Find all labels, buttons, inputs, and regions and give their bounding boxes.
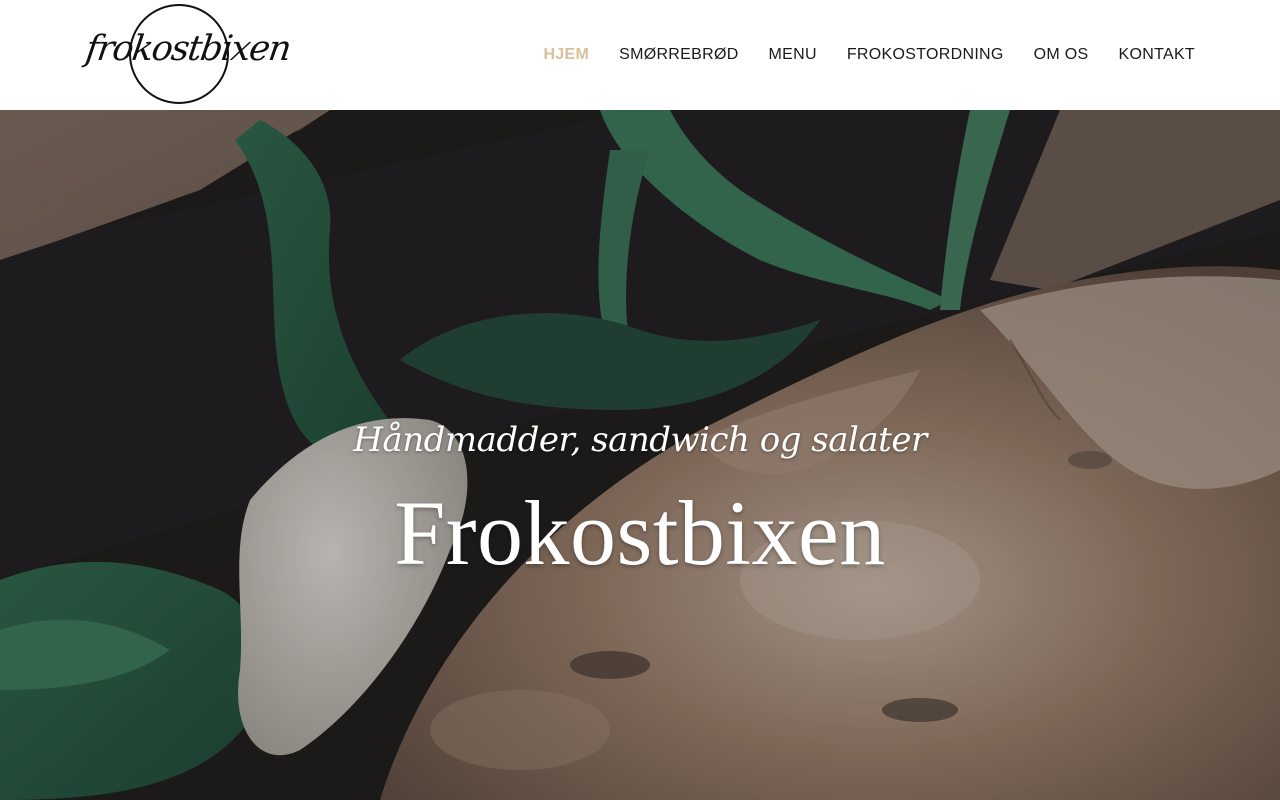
nav-item-kontakt[interactable]: KONTAKT [1119, 46, 1195, 64]
nav-item-smorrebrod[interactable]: SMØRREBRØD [619, 46, 738, 64]
site-header: frokostbixen HJEM SMØRREBRØD MENU FROKOS… [0, 0, 1280, 110]
nav-item-om-os[interactable]: OM OS [1034, 46, 1089, 64]
nav-item-frokostordning[interactable]: FROKOSTORDNING [847, 46, 1004, 64]
hero-content: Håndmadder, sandwich og salater Frokostb… [0, 410, 1280, 588]
hero-section: Håndmadder, sandwich og salater Frokostb… [0, 110, 1280, 800]
hero-title: Frokostbixen [394, 482, 886, 584]
site-logo[interactable]: frokostbixen [83, 3, 293, 107]
nav-item-menu[interactable]: MENU [769, 46, 817, 64]
main-nav: HJEM SMØRREBRØD MENU FROKOSTORDNING OM O… [543, 0, 1195, 110]
logo-text: frokostbixen [83, 29, 293, 69]
nav-item-hjem[interactable]: HJEM [543, 46, 589, 64]
hero-tagline: Håndmadder, sandwich og salater [353, 420, 927, 460]
